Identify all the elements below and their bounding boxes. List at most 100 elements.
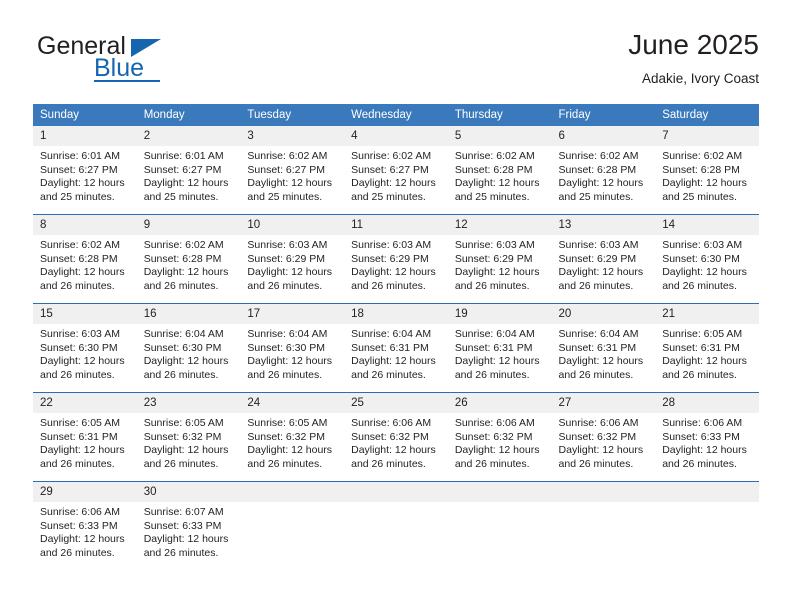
daylight-text: Daylight: 12 hours and 26 minutes. [40,533,125,559]
day-cell[interactable]: 20 Sunrise: 6:04 AM Sunset: 6:31 PM Dayl… [551,304,656,393]
daylight-text: Daylight: 12 hours and 26 minutes. [662,266,747,292]
day-cell[interactable]: 5 Sunrise: 6:02 AM Sunset: 6:28 PM Dayli… [447,126,552,214]
day-number [655,482,759,502]
week-row: 15 Sunrise: 6:03 AM Sunset: 6:30 PM Dayl… [33,303,759,392]
day-number: 21 [655,304,759,324]
day-number [551,482,656,502]
day-cell[interactable]: 17 Sunrise: 6:04 AM Sunset: 6:30 PM Dayl… [240,304,345,393]
day-cell[interactable]: 8 Sunrise: 6:02 AM Sunset: 6:28 PM Dayli… [33,215,137,304]
day-cell[interactable]: 19 Sunrise: 6:04 AM Sunset: 6:31 PM Dayl… [447,304,552,393]
daylight-text: Daylight: 12 hours and 26 minutes. [454,266,540,292]
daylight-text: Daylight: 12 hours and 25 minutes. [351,177,436,203]
day-number: 17 [240,304,345,324]
day-cell[interactable]: 12 Sunrise: 6:03 AM Sunset: 6:29 PM Dayl… [447,215,552,304]
day-cell[interactable]: 23 Sunrise: 6:05 AM Sunset: 6:32 PM Dayl… [136,393,241,482]
sunset-text: Sunset: 6:29 PM [351,252,429,265]
day-cell[interactable]: 13 Sunrise: 6:03 AM Sunset: 6:29 PM Dayl… [551,215,656,304]
day-cell[interactable]: 6 Sunrise: 6:02 AM Sunset: 6:28 PM Dayli… [551,126,656,214]
day-details: Sunrise: 6:05 AM Sunset: 6:32 PM Dayligh… [240,413,344,471]
day-cell[interactable]: 9 Sunrise: 6:02 AM Sunset: 6:28 PM Dayli… [136,215,241,304]
day-cell[interactable]: 16 Sunrise: 6:04 AM Sunset: 6:30 PM Dayl… [136,304,241,393]
day-cell-empty [344,482,448,571]
sunrise-text: Sunrise: 6:07 AM [143,506,224,518]
brand-logo[interactable]: General Blue [33,28,293,86]
day-cell[interactable]: 14 Sunrise: 6:03 AM Sunset: 6:30 PM Dayl… [655,215,759,304]
weekday-header-row: Sunday Monday Tuesday Wednesday Thursday… [33,104,759,126]
day-number: 19 [447,304,552,324]
day-number: 3 [240,126,345,146]
sunrise-text: Sunrise: 6:05 AM [247,417,328,429]
day-number: 26 [447,393,552,413]
calendar-body: 1 Sunrise: 6:01 AM Sunset: 6:27 PM Dayli… [33,126,759,570]
day-number [240,482,345,502]
daylight-text: Daylight: 12 hours and 26 minutes. [351,444,436,470]
day-cell[interactable]: 18 Sunrise: 6:04 AM Sunset: 6:31 PM Dayl… [344,304,448,393]
day-number: 10 [240,215,345,235]
calendar-page: General Blue June 2025 Adakie, Ivory Coa… [0,0,792,612]
day-details: Sunrise: 6:02 AM Sunset: 6:27 PM Dayligh… [344,146,448,204]
day-cell[interactable]: 4 Sunrise: 6:02 AM Sunset: 6:27 PM Dayli… [344,126,448,214]
daylight-text: Daylight: 12 hours and 26 minutes. [558,266,644,292]
daylight-text: Daylight: 12 hours and 26 minutes. [454,355,540,381]
day-cell-empty [655,482,759,571]
day-details: Sunrise: 6:03 AM Sunset: 6:29 PM Dayligh… [552,235,656,293]
day-cell[interactable]: 26 Sunrise: 6:06 AM Sunset: 6:32 PM Dayl… [447,393,552,482]
day-cell[interactable]: 15 Sunrise: 6:03 AM Sunset: 6:30 PM Dayl… [33,304,137,393]
sunrise-text: Sunrise: 6:02 AM [40,239,120,251]
day-cell[interactable]: 29 Sunrise: 6:06 AM Sunset: 6:33 PM Dayl… [33,482,137,571]
day-details: Sunrise: 6:02 AM Sunset: 6:28 PM Dayligh… [137,235,241,293]
daylight-text: Daylight: 12 hours and 26 minutes. [247,355,333,381]
day-details: Sunrise: 6:06 AM Sunset: 6:32 PM Dayligh… [552,413,656,471]
daylight-text: Daylight: 12 hours and 26 minutes. [143,533,229,559]
sunset-text: Sunset: 6:33 PM [40,519,118,532]
sunrise-text: Sunrise: 6:01 AM [143,150,224,162]
sunset-text: Sunset: 6:32 PM [247,430,326,443]
sunrise-text: Sunrise: 6:02 AM [247,150,328,162]
day-cell[interactable]: 1 Sunrise: 6:01 AM Sunset: 6:27 PM Dayli… [33,126,137,214]
day-details: Sunrise: 6:02 AM Sunset: 6:27 PM Dayligh… [240,146,344,204]
sunset-text: Sunset: 6:31 PM [558,341,637,354]
sunset-text: Sunset: 6:32 PM [558,430,637,443]
daylight-text: Daylight: 12 hours and 26 minutes. [40,266,125,292]
day-cell[interactable]: 10 Sunrise: 6:03 AM Sunset: 6:29 PM Dayl… [240,215,345,304]
day-cell[interactable]: 21 Sunrise: 6:05 AM Sunset: 6:31 PM Dayl… [655,304,759,393]
day-cell[interactable]: 24 Sunrise: 6:05 AM Sunset: 6:32 PM Dayl… [240,393,345,482]
day-details: Sunrise: 6:04 AM Sunset: 6:31 PM Dayligh… [344,324,448,382]
day-cell[interactable]: 2 Sunrise: 6:01 AM Sunset: 6:27 PM Dayli… [136,126,241,214]
daylight-text: Daylight: 12 hours and 26 minutes. [662,444,747,470]
day-number: 24 [240,393,345,413]
sunset-text: Sunset: 6:33 PM [143,519,222,532]
daylight-text: Daylight: 12 hours and 26 minutes. [558,444,644,470]
day-cell[interactable]: 3 Sunrise: 6:02 AM Sunset: 6:27 PM Dayli… [240,126,345,214]
day-number: 30 [136,482,241,502]
day-cell[interactable]: 30 Sunrise: 6:07 AM Sunset: 6:33 PM Dayl… [136,482,241,571]
day-details: Sunrise: 6:06 AM Sunset: 6:32 PM Dayligh… [448,413,552,471]
day-details: Sunrise: 6:05 AM Sunset: 6:31 PM Dayligh… [33,413,137,471]
day-cell-empty [447,482,552,571]
page-subtitle: Adakie, Ivory Coast [641,71,759,86]
day-cell[interactable]: 27 Sunrise: 6:06 AM Sunset: 6:32 PM Dayl… [551,393,656,482]
day-number: 1 [33,126,137,146]
weekday-header-tuesday: Tuesday [240,104,345,126]
day-number: 7 [655,126,759,146]
sunrise-text: Sunrise: 6:02 AM [351,150,432,162]
day-number [447,482,552,502]
day-cell[interactable]: 22 Sunrise: 6:05 AM Sunset: 6:31 PM Dayl… [33,393,137,482]
day-details: Sunrise: 6:03 AM Sunset: 6:30 PM Dayligh… [655,235,759,293]
day-number: 13 [551,215,656,235]
sunset-text: Sunset: 6:31 PM [662,341,740,354]
weekday-header-saturday: Saturday [655,104,759,126]
day-number: 9 [136,215,241,235]
day-cell[interactable]: 28 Sunrise: 6:06 AM Sunset: 6:33 PM Dayl… [655,393,759,482]
day-number: 8 [33,215,137,235]
sunset-text: Sunset: 6:31 PM [351,341,429,354]
day-cell[interactable]: 7 Sunrise: 6:02 AM Sunset: 6:28 PM Dayli… [655,126,759,214]
day-cell[interactable]: 11 Sunrise: 6:03 AM Sunset: 6:29 PM Dayl… [344,215,448,304]
sunrise-text: Sunrise: 6:05 AM [662,328,743,340]
day-cell[interactable]: 25 Sunrise: 6:06 AM Sunset: 6:32 PM Dayl… [344,393,448,482]
sunrise-text: Sunrise: 6:03 AM [662,239,743,251]
day-number: 2 [136,126,241,146]
day-details: Sunrise: 6:02 AM Sunset: 6:28 PM Dayligh… [33,235,137,293]
sunset-text: Sunset: 6:28 PM [454,163,533,176]
day-number: 29 [33,482,137,502]
